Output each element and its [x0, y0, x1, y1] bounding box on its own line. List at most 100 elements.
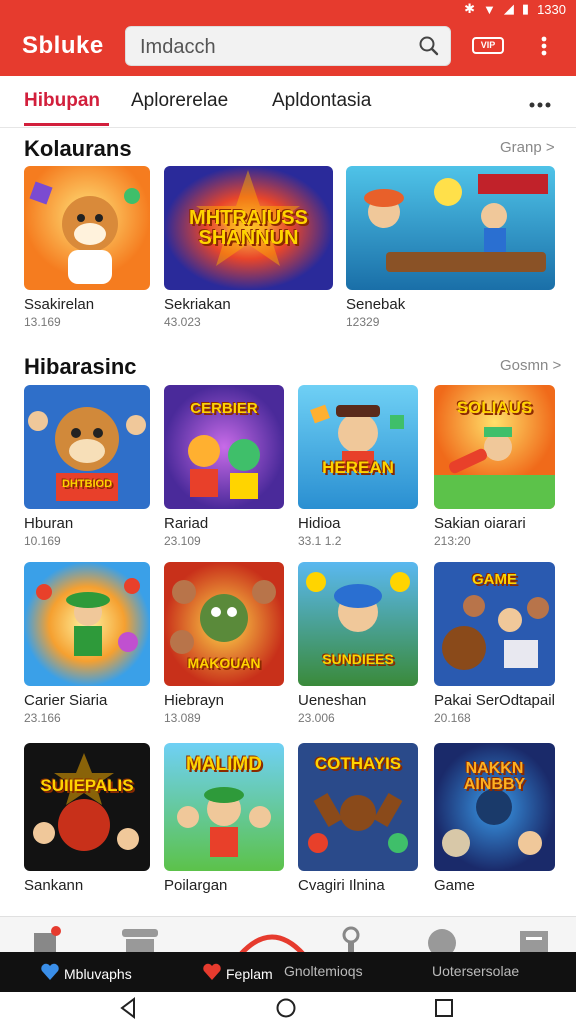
- game-downloads: 12329: [346, 315, 380, 329]
- home-button-icon[interactable]: [275, 997, 297, 1024]
- search-bar[interactable]: Imdacch: [125, 26, 451, 66]
- nav-item-label: Feplam: [226, 965, 273, 982]
- active-tab-indicator: [24, 123, 109, 126]
- game-name: Hiebrayn: [164, 692, 225, 709]
- tab-bar: Hibupan Aplorerelae Apldontasia: [0, 76, 576, 128]
- game-thumbnail[interactable]: NAKKN AINBBY: [434, 743, 555, 871]
- game-name: Pakai SerOdtapail: [434, 692, 555, 709]
- status-bar: ✱ ▼ ◢ ▮ 1330: [0, 0, 576, 18]
- game-name: Poilargan: [164, 877, 228, 894]
- nav-item-feplam[interactable]: Feplam: [202, 963, 273, 984]
- search-input[interactable]: Imdacch: [140, 36, 216, 59]
- game-thumbnail[interactable]: [346, 166, 555, 290]
- game-card[interactable]: SUNDIEES Ueneshan 23.006: [298, 562, 418, 725]
- battery-icon: ▮: [521, 1, 530, 16]
- game-card[interactable]: Carier Siaria 23.166: [24, 562, 150, 725]
- game-name: Game: [434, 877, 475, 894]
- game-name: Sekriakan: [164, 296, 231, 313]
- game-name: Ueneshan: [298, 692, 367, 709]
- game-banner-text: MHTRAIUSS SHANNUN: [189, 207, 308, 249]
- game-downloads: 23.109: [164, 534, 201, 548]
- game-name: Sakian oiarari: [434, 515, 526, 532]
- section-title: Hibarasinc: [24, 354, 137, 379]
- game-banner-text: CERBIER: [190, 400, 258, 417]
- vip-badge[interactable]: VIP: [472, 37, 504, 54]
- game-downloads: 23.006: [298, 711, 335, 725]
- nav-item-mbluvaphs[interactable]: Mbluvaphs: [40, 963, 132, 984]
- game-card[interactable]: GAME Pakai SerOdtapail 20.168: [434, 562, 555, 725]
- back-icon[interactable]: [118, 997, 138, 1024]
- overflow-menu-icon[interactable]: [538, 34, 550, 63]
- game-card[interactable]: SUIIEPALIS Sankann: [24, 743, 150, 894]
- game-card[interactable]: CERBIER Rariad 23.109: [164, 385, 284, 548]
- game-thumbnail[interactable]: SOLIAUS: [434, 385, 555, 509]
- nav-item-label: Gnoltemioqs: [284, 963, 363, 979]
- tab-hibupan[interactable]: Hibupan: [24, 90, 100, 112]
- game-downloads: 13.169: [24, 315, 61, 329]
- game-card[interactable]: HEREAN Hidioa 33.1 1.2: [298, 385, 418, 548]
- game-card[interactable]: Senebak 12329: [346, 166, 555, 329]
- game-banner-text: MAKOUAN: [187, 655, 261, 671]
- app-logo: Sbluke: [22, 32, 104, 59]
- bottom-label-bar: Mbluvaphs Feplam Gnoltemioqs Uotersersol…: [0, 952, 576, 992]
- game-name: Ssakirelan: [24, 296, 95, 313]
- heart-icon: [40, 963, 60, 984]
- game-card[interactable]: NAKKN AINBBY Game: [434, 743, 555, 894]
- recents-icon[interactable]: [434, 997, 454, 1024]
- game-name: Sankann: [24, 877, 84, 894]
- tab-apldontasia[interactable]: Apldontasia: [272, 90, 371, 112]
- bottom-navigation: [0, 916, 576, 957]
- nav-item-label: Uotersersolae: [432, 963, 520, 979]
- game-thumbnail[interactable]: MHTRAIUSS SHANNUN: [164, 166, 333, 290]
- game-banner-text: SUIIEPALIS: [40, 776, 134, 795]
- status-icons: ✱ ▼ ◢ ▮ 1330: [464, 1, 566, 17]
- game-name: Rariad: [164, 515, 209, 532]
- game-banner-text: COTHAYIS: [314, 754, 402, 773]
- section-more-link[interactable]: Gosmn >: [500, 357, 561, 374]
- game-thumbnail[interactable]: MALIMD: [164, 743, 284, 871]
- game-downloads: 43.023: [164, 315, 201, 329]
- more-tabs-icon[interactable]: [528, 96, 552, 114]
- game-card[interactable]: Ssakirelan 13.169: [24, 166, 150, 329]
- section-more-link[interactable]: Granp >: [500, 139, 555, 156]
- status-time: 1330: [537, 1, 566, 17]
- game-banner-text: SUNDIEES: [322, 651, 394, 667]
- game-thumbnail[interactable]: SUNDIEES: [298, 562, 418, 686]
- search-icon[interactable]: [418, 35, 440, 62]
- game-name: Cvagiri Ilnina: [298, 877, 385, 894]
- game-thumbnail[interactable]: COTHAYIS: [298, 743, 418, 871]
- tab-aplorerelae[interactable]: Aplorerelae: [131, 90, 228, 112]
- game-card[interactable]: MHTRAIUSS SHANNUN Sekriakan 43.023: [164, 166, 333, 329]
- game-name: Senebak: [346, 296, 406, 313]
- game-card[interactable]: MAKOUAN Hiebrayn 13.089: [164, 562, 284, 725]
- game-name: Hidioa: [298, 515, 341, 532]
- game-thumbnail[interactable]: HEREAN: [298, 385, 418, 509]
- game-thumbnail[interactable]: MAKOUAN: [164, 562, 284, 686]
- game-downloads: 23.166: [24, 711, 61, 725]
- game-card[interactable]: MALIMD Poilargan: [164, 743, 284, 894]
- app-header: Sbluke Imdacch VIP: [0, 18, 576, 76]
- game-downloads: 213:20: [434, 534, 471, 548]
- nav-item-gnoltemioqs[interactable]: Gnoltemioqs: [284, 963, 363, 979]
- game-card[interactable]: DHTBIOD Hburan 10.169: [24, 385, 150, 548]
- nav-item-uotersersolae[interactable]: Uotersersolae: [432, 963, 519, 979]
- game-banner-text: GAME: [472, 571, 517, 588]
- game-thumbnail[interactable]: [24, 562, 150, 686]
- signal-icon: ◢: [503, 1, 514, 16]
- game-banner-text: SOLIAUS: [456, 398, 533, 417]
- game-thumbnail[interactable]: CERBIER: [164, 385, 284, 509]
- system-navigation-bar: [0, 992, 576, 1024]
- game-name: Hburan: [24, 515, 74, 532]
- game-banner-text: DHTBIOD: [61, 478, 113, 490]
- game-thumbnail[interactable]: [24, 166, 150, 290]
- game-card[interactable]: SOLIAUS Sakian oiarari 213:20: [434, 385, 555, 548]
- game-thumbnail[interactable]: GAME: [434, 562, 555, 686]
- section-title: Kolaurans: [24, 136, 132, 161]
- game-downloads: 33.1 1.2: [298, 534, 342, 548]
- game-thumbnail[interactable]: SUIIEPALIS: [24, 743, 150, 871]
- game-thumbnail[interactable]: DHTBIOD: [24, 385, 150, 509]
- game-card[interactable]: COTHAYIS Cvagiri Ilnina: [298, 743, 418, 894]
- game-banner-text: HEREAN: [322, 458, 394, 477]
- wifi-icon: ▼: [483, 1, 496, 17]
- game-downloads: 10.169: [24, 534, 61, 548]
